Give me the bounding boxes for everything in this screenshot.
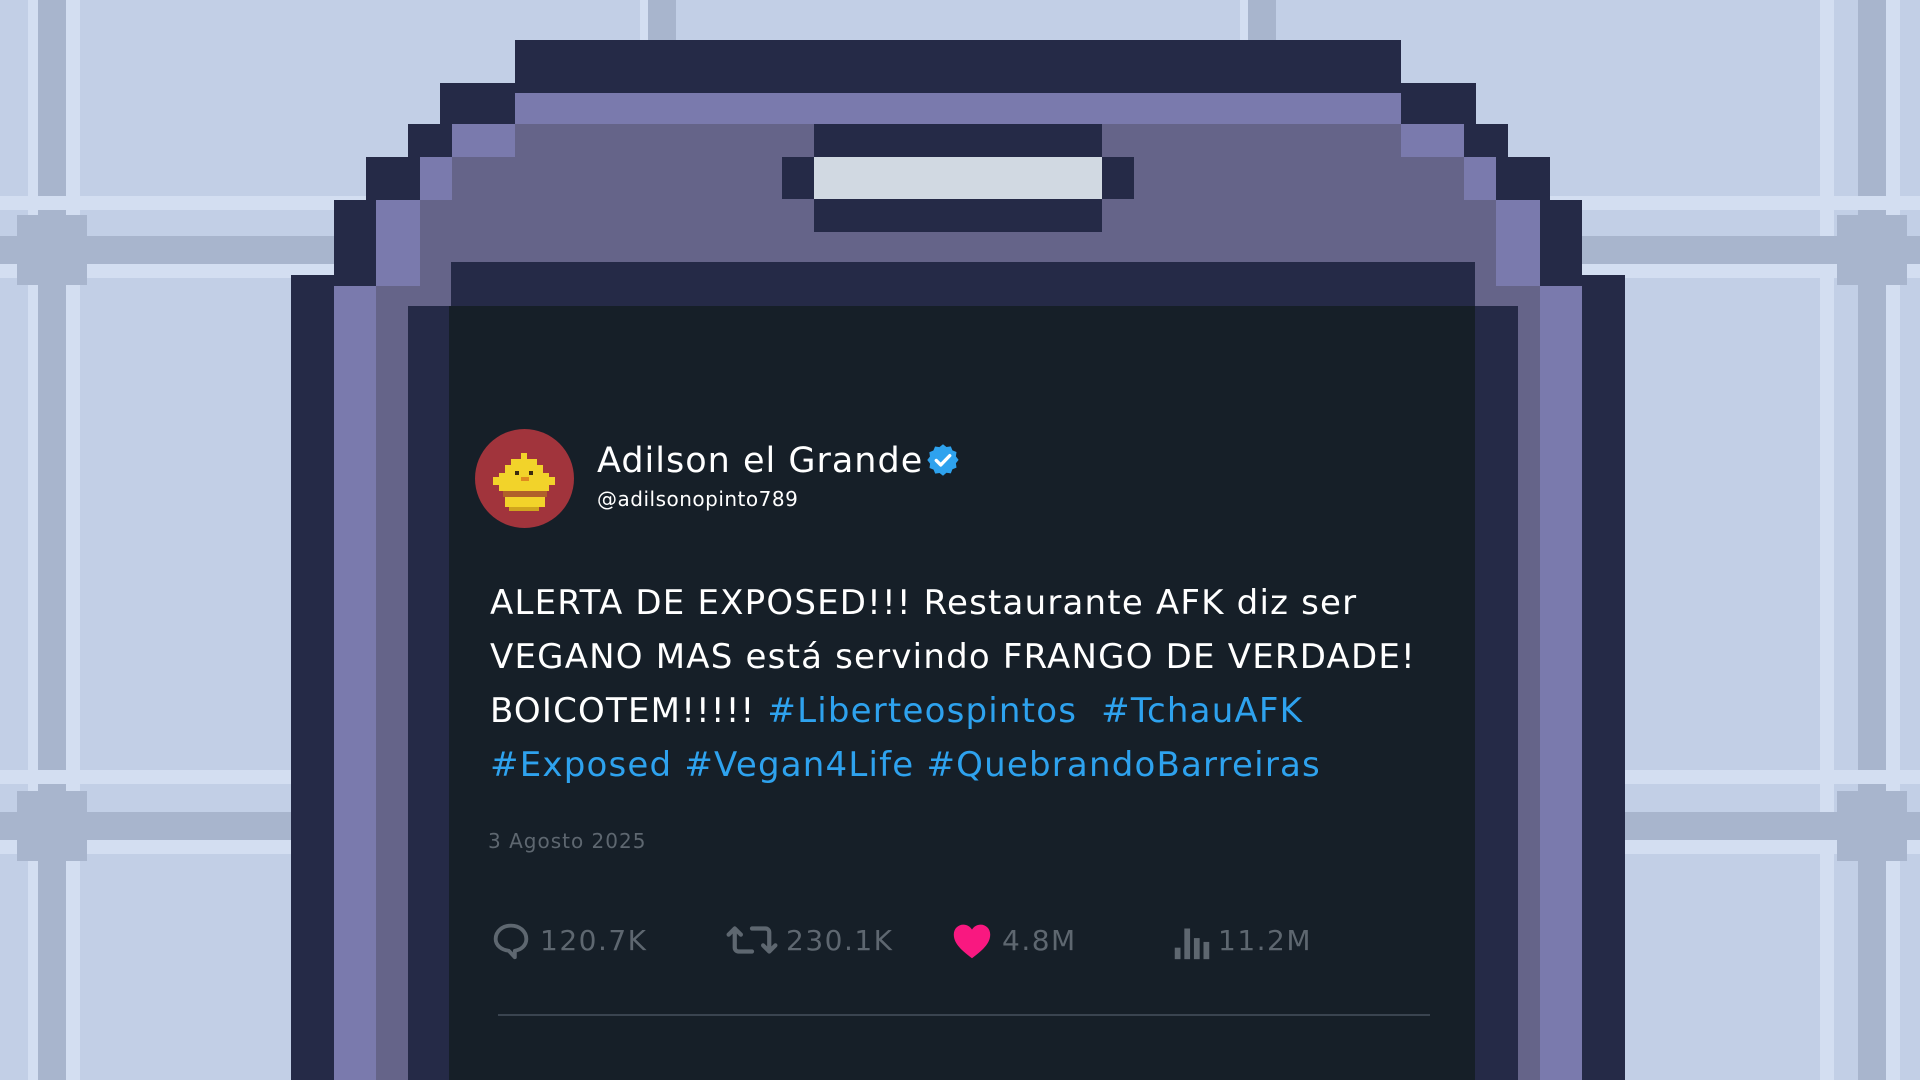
hashtag-link[interactable]: #Exposed [490, 745, 672, 785]
like-count: 4.8M [1002, 923, 1077, 957]
user-handle[interactable]: @adilsonopinto789 [597, 484, 798, 514]
views-button[interactable]: 11.2M [1172, 912, 1312, 968]
avatar[interactable] [475, 429, 574, 528]
reply-count: 120.7K [540, 923, 648, 957]
yellow-chick-icon [493, 453, 555, 511]
retweet-button[interactable]: 230.1K [724, 912, 894, 968]
hashtag-link[interactable]: #QuebrandoBarreiras [926, 745, 1321, 785]
hashtag-link[interactable]: #Liberteospintos [767, 691, 1077, 731]
verified-badge-icon [927, 444, 959, 476]
hashtag-link[interactable]: #Vegan4Life [684, 745, 914, 785]
reply-icon [493, 923, 529, 960]
tweet-text: ALERTA DE EXPOSED!!! Restaurante AFK diz… [490, 576, 1430, 792]
views-count: 11.2M [1218, 923, 1313, 957]
tweet-date: 3 Agosto 2025 [488, 829, 647, 853]
heart-icon [953, 924, 991, 959]
display-name[interactable]: Adilson el Grande [597, 437, 923, 485]
reply-button[interactable]: 120.7K [488, 912, 648, 968]
hashtag-link[interactable]: #TchauAFK [1101, 691, 1303, 731]
like-button[interactable]: 4.8M [948, 912, 1077, 968]
divider [498, 1014, 1430, 1016]
views-chart-icon [1174, 928, 1210, 960]
retweet-icon [726, 926, 778, 954]
retweet-count: 230.1K [786, 923, 894, 957]
